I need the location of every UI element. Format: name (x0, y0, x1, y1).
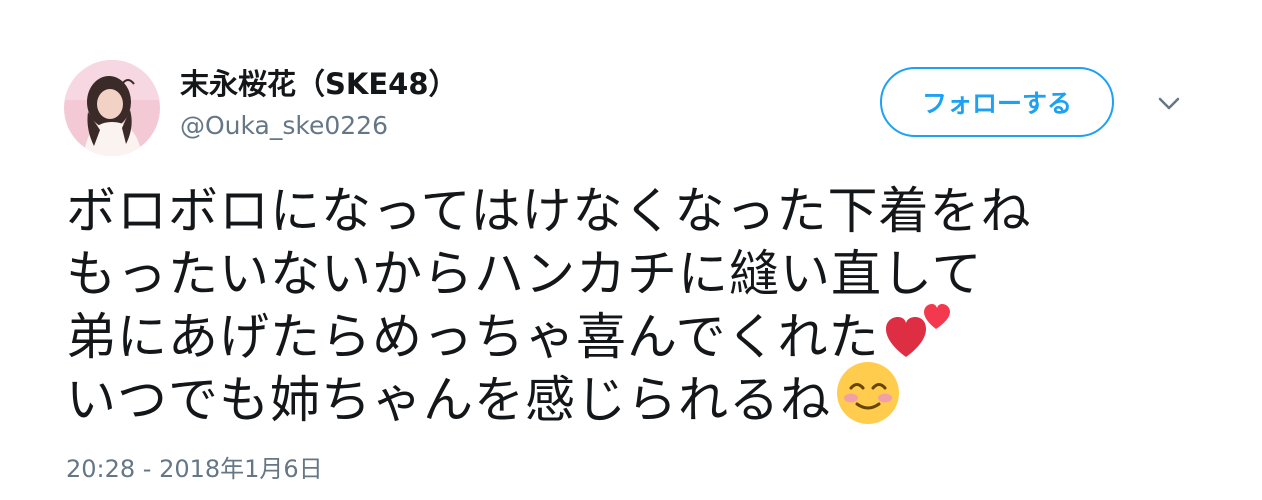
tweet-line: いつでも姉ちゃんを感じられるね (66, 362, 1206, 432)
chevron-down-icon[interactable] (1152, 90, 1186, 116)
tweet-line-text: もったいないからハンカチに縫い直して (66, 245, 983, 303)
tweet-line-text: ボロボロになってはけなくなった下着をね (66, 182, 1032, 240)
display-name[interactable]: 末永桜花（SKE48） (180, 66, 458, 102)
tweet-text: ボロボロになってはけなくなった下着をね もったいないからハンカチに縫い直して 弟… (66, 180, 1206, 432)
smiling-face-icon (835, 360, 901, 441)
tweet-card: 末永桜花（SKE48） @Ouka_ske0226 フォローする ボロボロになっ… (0, 0, 1262, 500)
tweet-line: もったいないからハンカチに縫い直して (66, 243, 1206, 306)
tweet-line: 弟にあげたらめっちゃ喜んでくれた (66, 304, 1206, 369)
user-handle[interactable]: @Ouka_ske0226 (180, 110, 388, 142)
tweet-line-text: いつでも姉ちゃんを感じられるね (66, 371, 831, 429)
tweet-line: ボロボロになってはけなくなった下着をね (66, 180, 1206, 243)
tweet-timestamp[interactable]: 20:28 - 2018年1月6日 (66, 453, 323, 485)
follow-button[interactable]: フォローする (880, 67, 1114, 137)
avatar[interactable] (64, 60, 160, 156)
tweet-line-text: 弟にあげたらめっちゃ喜んでくれた (66, 308, 880, 366)
